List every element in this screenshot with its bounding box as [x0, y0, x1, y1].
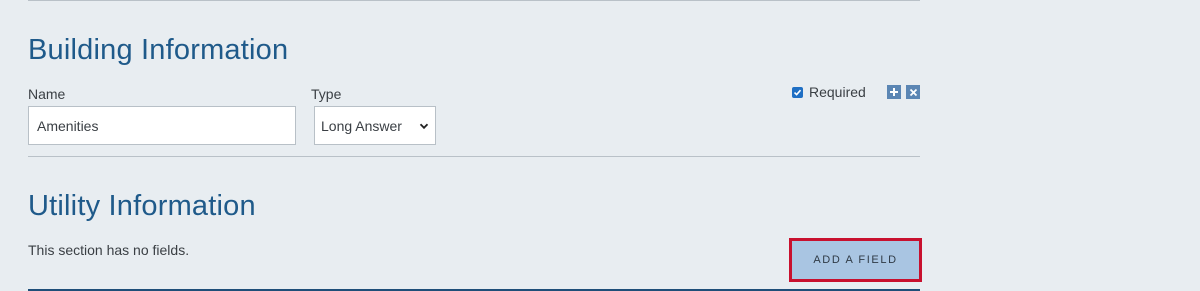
close-icon — [909, 88, 917, 96]
name-input[interactable] — [28, 106, 296, 145]
required-label: Required — [809, 84, 866, 100]
add-a-field-label: ADD A FIELD — [813, 254, 898, 266]
name-label: Name — [28, 86, 66, 102]
section-title-utility: Utility Information — [28, 190, 256, 222]
required-checkbox[interactable] — [792, 86, 803, 98]
add-field-icon-button[interactable] — [887, 85, 901, 99]
type-select-value: Long Answer — [321, 117, 402, 134]
remove-field-icon-button[interactable] — [906, 85, 920, 99]
type-label: Type — [311, 86, 342, 102]
plus-icon — [890, 88, 898, 96]
checkmark-icon — [793, 89, 802, 96]
top-divider — [28, 0, 920, 1]
section-title-building: Building Information — [28, 34, 289, 66]
chevron-down-icon — [419, 123, 429, 129]
section-divider — [28, 156, 920, 157]
required-toggle[interactable]: Required — [792, 84, 866, 100]
form-builder-page: Building Information Name Type Long Answ… — [0, 0, 1200, 291]
type-select[interactable]: Long Answer — [314, 106, 436, 145]
add-a-field-button[interactable]: ADD A FIELD — [789, 238, 922, 282]
empty-section-message: This section has no fields. — [28, 242, 190, 258]
